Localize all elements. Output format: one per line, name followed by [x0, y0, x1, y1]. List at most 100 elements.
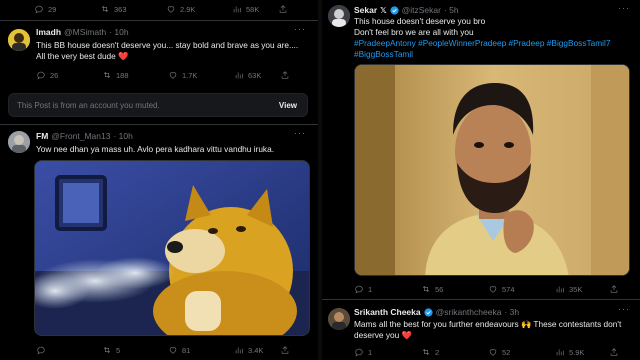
views-chart-icon [556, 286, 564, 293]
left-timeline: 29 363 2.9K 58K Imadh @MSimath · 10h ··· [0, 0, 318, 360]
repost-icon [103, 72, 111, 78]
tweet-actions-top: 29 363 2.9K 58K [34, 4, 304, 14]
tweet-actions: 5 81 3.4K [36, 345, 306, 355]
reply-icon [37, 71, 45, 80]
share-icon[interactable] [278, 4, 288, 14]
tweet-srikanth[interactable]: Srikanth Cheeka @srikanthcheeka · 3h ···… [322, 300, 640, 360]
repost-button[interactable]: 5 [102, 345, 168, 355]
handle[interactable]: @itzSekar [402, 5, 441, 15]
tweet-text: Yow nee dhan ya mass uh. Avlo pera kadha… [36, 144, 275, 154]
tweet-imadh[interactable]: Imadh @MSimath · 10h ··· This BB house d… [0, 20, 318, 92]
more-options-icon[interactable]: ··· [294, 128, 306, 138]
like-button[interactable]: 2.9K [166, 4, 232, 14]
right-timeline: Sekar 𝕏 @itzSekar · 5h ··· This house do… [322, 0, 640, 360]
avatar-icon [328, 5, 350, 27]
tweet-header: FM @Front_Man13 · 10h [36, 131, 133, 141]
heart-icon [489, 349, 497, 356]
tweet-header: Imadh @MSimath · 10h [36, 27, 129, 37]
x-badge-icon: 𝕏 [380, 5, 387, 15]
tweet-media-image[interactable] [354, 64, 630, 276]
heart-icon [169, 347, 177, 354]
like-button[interactable]: 574 [488, 284, 555, 294]
avatar-icon [8, 131, 30, 153]
views-button[interactable]: 58K [232, 4, 278, 14]
avatar-icon [328, 308, 350, 330]
more-options-icon[interactable]: ··· [618, 304, 630, 314]
like-button[interactable]: 81 [168, 345, 234, 355]
repost-icon [103, 347, 111, 353]
views-button[interactable]: 3.4K [234, 345, 280, 355]
repost-icon [422, 286, 430, 292]
doge-smoking-meme-icon [35, 161, 309, 335]
display-name[interactable]: FM [36, 131, 48, 141]
like-button[interactable]: 52 [488, 347, 555, 357]
tweet-fm[interactable]: FM @Front_Man13 · 10h ··· Yow nee dhan y… [0, 124, 318, 360]
heart-icon [167, 6, 175, 13]
share-icon[interactable] [280, 345, 290, 355]
display-name[interactable]: Sekar [354, 5, 377, 15]
timestamp[interactable]: · 10h [109, 27, 128, 37]
repost-button[interactable]: 56 [421, 284, 488, 294]
tweet-media-image[interactable] [34, 160, 310, 336]
handle[interactable]: @srikanthcheeka [436, 307, 502, 317]
views-chart-icon [556, 349, 564, 356]
tweet-header: Srikanth Cheeka @srikanthcheeka · 3h [354, 307, 519, 317]
more-options-icon[interactable]: ··· [294, 24, 306, 34]
share-icon[interactable] [609, 347, 619, 357]
views-button[interactable]: 63K [234, 70, 280, 80]
tweet-text: This BB house doesn't deserve you... sta… [36, 40, 299, 61]
reply-button[interactable]: 29 [34, 4, 100, 14]
repost-button[interactable]: 2 [421, 347, 488, 357]
repost-icon [101, 6, 109, 12]
share-icon[interactable] [280, 70, 290, 80]
reply-icon [37, 346, 45, 355]
muted-post-notice: This Post is from an account you muted. … [8, 93, 308, 117]
tweet-actions: 1 56 574 35K [354, 284, 630, 294]
like-button[interactable]: 1.7K [168, 70, 234, 80]
tweet-text: Mams all the best for you further endeav… [354, 319, 622, 340]
reply-icon [35, 5, 43, 14]
timestamp[interactable]: · 3h [504, 307, 519, 317]
tweet-actions: 1 2 52 5.9K [354, 347, 630, 357]
muted-notice-text: This Post is from an account you muted. [17, 101, 160, 110]
more-options-icon[interactable]: ··· [618, 3, 630, 13]
heart-icon [489, 286, 497, 293]
avatar[interactable] [328, 5, 350, 27]
share-icon[interactable] [609, 284, 619, 294]
repost-icon [422, 349, 430, 355]
views-chart-icon [235, 72, 243, 79]
hashtags[interactable]: #BiggBossTamil [354, 49, 636, 60]
avatar[interactable] [328, 308, 350, 330]
verified-badge-icon [424, 307, 433, 317]
avatar[interactable] [8, 29, 30, 51]
tweet-actions: 26 188 1.7K 63K [36, 70, 306, 80]
verified-badge-icon [390, 5, 399, 15]
views-button[interactable]: 5.9K [555, 347, 609, 357]
display-name[interactable]: Imadh [36, 27, 61, 37]
display-name[interactable]: Srikanth Cheeka [354, 307, 421, 317]
reply-button[interactable] [36, 345, 102, 355]
reply-icon [355, 348, 363, 357]
handle[interactable]: @Front_Man13 [51, 131, 110, 141]
reply-button[interactable]: 1 [354, 284, 421, 294]
views-chart-icon [235, 347, 243, 354]
reply-button[interactable]: 26 [36, 70, 102, 80]
views-chart-icon [233, 6, 241, 13]
hashtags[interactable]: #PradeepAntony #PeopleWinnerPradeep #Pra… [354, 38, 636, 49]
views-button[interactable]: 35K [555, 284, 609, 294]
handle[interactable]: @MSimath [64, 27, 106, 37]
view-button[interactable]: View [279, 101, 297, 110]
reply-icon [355, 285, 363, 294]
tweet-text: This house doesn't deserve you bro Don't… [354, 16, 636, 60]
tweet-header: Sekar 𝕏 @itzSekar · 5h [354, 5, 459, 15]
timestamp[interactable]: · 10h [113, 131, 132, 141]
repost-button[interactable]: 363 [100, 4, 166, 14]
timestamp[interactable]: · 5h [444, 5, 459, 15]
avatar[interactable] [8, 131, 30, 153]
heart-icon [169, 72, 177, 79]
repost-button[interactable]: 188 [102, 70, 168, 80]
bearded-man-photo-icon [355, 65, 629, 275]
tweet-sekar[interactable]: Sekar 𝕏 @itzSekar · 5h ··· This house do… [322, 0, 640, 298]
reply-button[interactable]: 1 [354, 347, 421, 357]
avatar-icon [8, 29, 30, 51]
